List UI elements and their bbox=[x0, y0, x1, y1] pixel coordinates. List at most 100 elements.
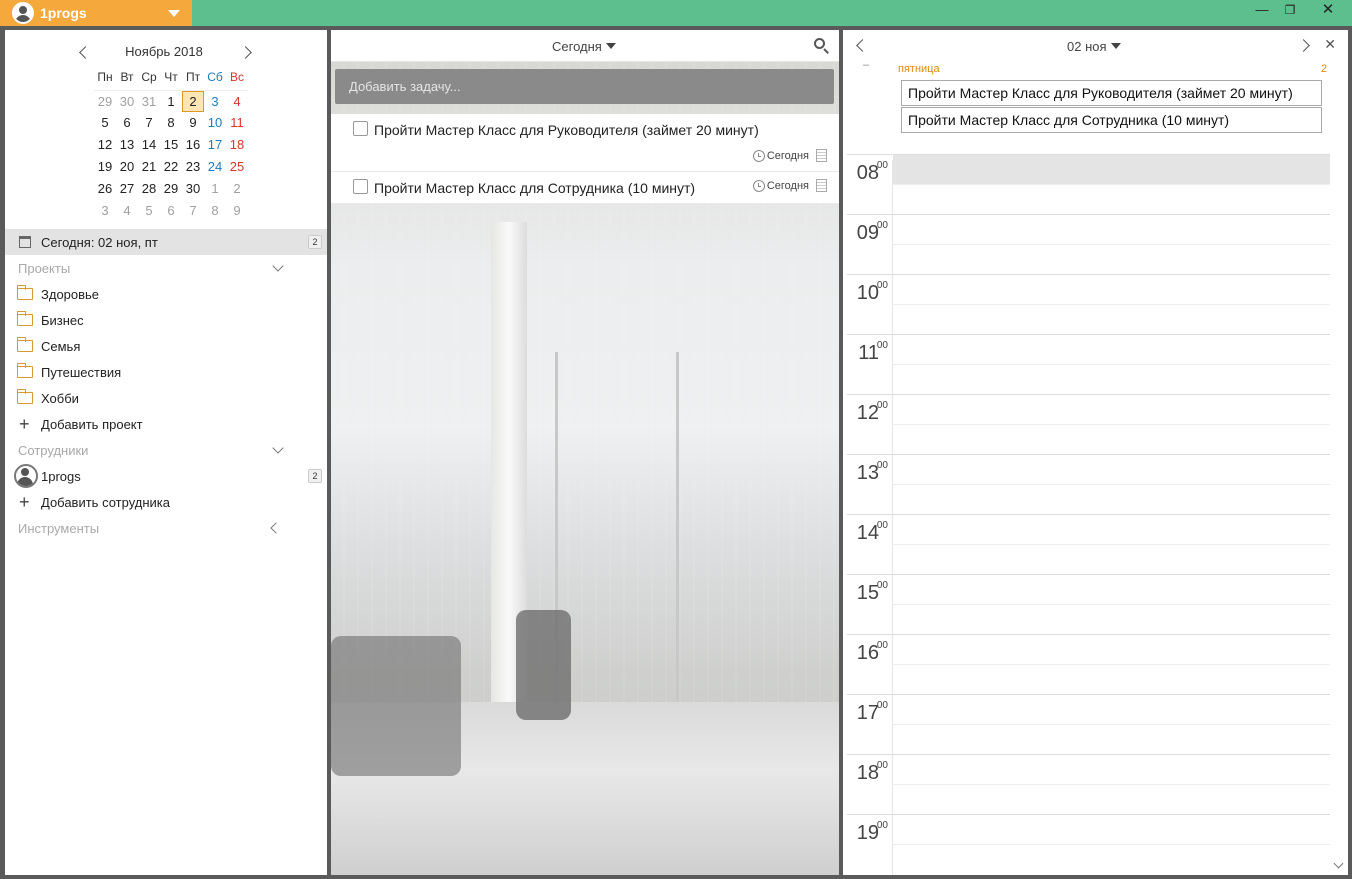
projects-header[interactable]: Проекты bbox=[18, 260, 318, 276]
calendar-day[interactable]: 26 bbox=[94, 178, 116, 200]
calendar-day[interactable]: 10 bbox=[204, 112, 226, 134]
chevron-down-icon[interactable] bbox=[272, 442, 284, 454]
close-icon[interactable]: ✕ bbox=[1310, 0, 1346, 22]
filter-dropdown[interactable]: Сегодня bbox=[552, 39, 616, 54]
sidebar-item-employee[interactable]: 1progs 2 bbox=[5, 463, 327, 489]
calendar-day[interactable]: 8 bbox=[204, 200, 226, 222]
calendar-day[interactable]: 14 bbox=[138, 134, 160, 156]
calendar-day[interactable]: 31 bbox=[138, 91, 160, 112]
add-employee-button[interactable]: + Добавить сотрудника bbox=[5, 489, 327, 515]
date-dropdown[interactable]: 02 ноя bbox=[1067, 39, 1121, 54]
calendar-day[interactable]: 15 bbox=[160, 134, 182, 156]
half-hour-line bbox=[893, 184, 1330, 185]
calendar-day[interactable]: 13 bbox=[116, 134, 138, 156]
calendar-day[interactable]: 30 bbox=[116, 91, 138, 112]
calendar-day[interactable]: 29 bbox=[94, 91, 116, 112]
all-day-event[interactable]: Пройти Мастер Класс для Сотрудника (10 м… bbox=[901, 107, 1322, 133]
task-row[interactable]: Пройти Мастер Класс для Руководителя (за… bbox=[331, 114, 839, 172]
sidebar-item-project[interactable]: Бизнес bbox=[5, 307, 327, 333]
prev-day-icon[interactable] bbox=[856, 39, 869, 52]
calendar-day[interactable]: 6 bbox=[116, 112, 138, 134]
calendar-day[interactable]: 29 bbox=[160, 178, 182, 200]
sidebar-item-project[interactable]: Путешествия bbox=[5, 359, 327, 385]
tools-header[interactable]: Инструменты bbox=[18, 521, 318, 536]
calendar-day[interactable]: 3 bbox=[204, 91, 226, 112]
half-hour-line bbox=[893, 724, 1330, 725]
calendar-day[interactable]: 5 bbox=[94, 112, 116, 134]
close-icon[interactable]: ✕ bbox=[1324, 36, 1336, 53]
half-hour-line bbox=[893, 784, 1330, 785]
calendar-day[interactable]: 27 bbox=[116, 178, 138, 200]
calendar-day[interactable]: 19 bbox=[94, 156, 116, 178]
calendar-header: Ноябрь 2018 bbox=[5, 44, 327, 60]
hour-minutes: 00 bbox=[876, 700, 888, 711]
weekday-label: Вт bbox=[120, 70, 134, 84]
half-hour-line bbox=[893, 544, 1330, 545]
calendar-day[interactable]: 3 bbox=[94, 200, 116, 222]
hour-line bbox=[893, 154, 1330, 155]
calendar-day[interactable]: 8 bbox=[160, 112, 182, 134]
user-menu-button[interactable]: 1progs bbox=[0, 0, 192, 26]
calendar-day[interactable]: 18 bbox=[226, 134, 248, 156]
collapse-dash[interactable]: – bbox=[863, 59, 869, 71]
calendar-day[interactable]: 5 bbox=[138, 200, 160, 222]
calendar-day[interactable]: 24 bbox=[204, 156, 226, 178]
calendar-day-selected[interactable]: 2 bbox=[182, 91, 204, 112]
calendar-day[interactable]: 11 bbox=[226, 112, 248, 134]
folder-icon bbox=[16, 337, 33, 352]
add-project-button[interactable]: + Добавить проект bbox=[5, 411, 327, 437]
search-icon[interactable] bbox=[814, 38, 825, 49]
calendar-day[interactable]: 4 bbox=[116, 200, 138, 222]
sidebar-item-project[interactable]: Хобби bbox=[5, 385, 327, 411]
calendar-day[interactable]: 22 bbox=[160, 156, 182, 178]
projects-header-label: Проекты bbox=[18, 261, 71, 276]
sidebar-item-project[interactable]: Семья bbox=[5, 333, 327, 359]
all-day-event[interactable]: Пройти Мастер Класс для Руководителя (за… bbox=[901, 80, 1322, 106]
task-row[interactable]: Пройти Мастер Класс для Сотрудника (10 м… bbox=[331, 172, 839, 204]
half-hour-line bbox=[893, 364, 1330, 365]
calendar-day[interactable]: 20 bbox=[116, 156, 138, 178]
calendar-day[interactable]: 4 bbox=[226, 91, 248, 112]
hour-label: 11 00 bbox=[843, 334, 893, 394]
sidebar: Ноябрь 2018 Пн Вт Ср Чт Пт Сб Вс 29 30 3… bbox=[5, 30, 327, 875]
restore-icon[interactable]: ❐ bbox=[1272, 0, 1308, 22]
sidebar-item-project[interactable]: Здоровье bbox=[5, 281, 327, 307]
calendar-day[interactable]: 9 bbox=[226, 200, 248, 222]
calendar-day[interactable]: 7 bbox=[138, 112, 160, 134]
folder-icon bbox=[16, 389, 33, 404]
task-checkbox[interactable] bbox=[353, 179, 368, 194]
hour-line bbox=[893, 694, 1330, 695]
hour-number: 12 bbox=[856, 402, 879, 424]
tasks-panel: Сегодня Добавить задачу... Пройти Мастер… bbox=[331, 30, 839, 875]
calendar-day[interactable]: 7 bbox=[182, 200, 204, 222]
employees-header[interactable]: Сотрудники bbox=[18, 442, 318, 458]
calendar-day[interactable]: 6 bbox=[160, 200, 182, 222]
calendar-day[interactable]: 16 bbox=[182, 134, 204, 156]
hour-label: 12 00 bbox=[843, 394, 893, 454]
calendar-day[interactable]: 28 bbox=[138, 178, 160, 200]
calendar-day[interactable]: 25 bbox=[226, 156, 248, 178]
next-day-icon[interactable] bbox=[1297, 39, 1310, 52]
calendar-day[interactable]: 1 bbox=[204, 178, 226, 200]
hour-minutes: 00 bbox=[876, 220, 888, 231]
sidebar-item-today[interactable]: Сегодня: 02 ноя, пт 2 bbox=[5, 229, 327, 255]
calendar-day[interactable]: 9 bbox=[182, 112, 204, 134]
task-checkbox[interactable] bbox=[353, 121, 368, 136]
scrollbar[interactable] bbox=[1334, 160, 1344, 875]
calendar-day[interactable]: 23 bbox=[182, 156, 204, 178]
calendar-day[interactable]: 2 bbox=[226, 178, 248, 200]
note-icon[interactable] bbox=[816, 179, 827, 192]
week-row: 5 6 7 8 9 10 11 bbox=[94, 112, 248, 134]
calendar-day[interactable]: 21 bbox=[138, 156, 160, 178]
calendar-day[interactable]: 1 bbox=[160, 91, 182, 112]
calendar-day[interactable]: 17 bbox=[204, 134, 226, 156]
chevron-left-icon[interactable] bbox=[270, 522, 282, 534]
calendar-day[interactable]: 12 bbox=[94, 134, 116, 156]
chevron-down-icon[interactable] bbox=[272, 260, 284, 272]
half-hour-line bbox=[893, 424, 1330, 425]
current-hour-shade bbox=[893, 154, 1330, 185]
add-task-input[interactable]: Добавить задачу... bbox=[335, 69, 834, 104]
note-icon[interactable] bbox=[816, 149, 827, 162]
hour-divider bbox=[847, 214, 892, 215]
calendar-day[interactable]: 30 bbox=[182, 178, 204, 200]
